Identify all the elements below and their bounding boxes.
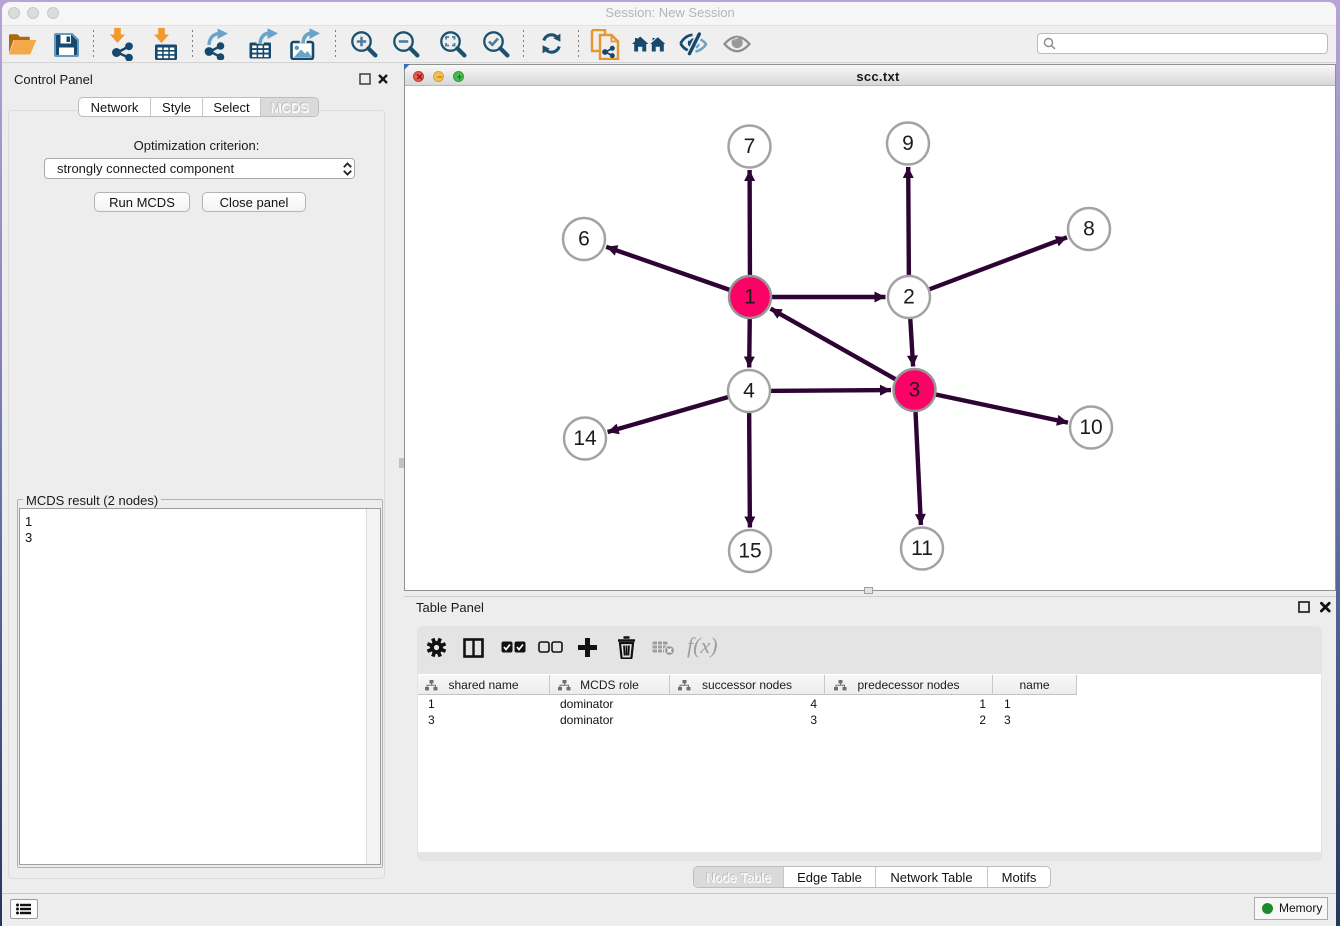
svg-text:6: 6 (578, 228, 590, 251)
svg-text:9: 9 (902, 132, 914, 155)
svg-text:2: 2 (903, 286, 915, 309)
svg-text:3: 3 (909, 379, 921, 402)
svg-text:15: 15 (738, 540, 761, 563)
svg-text:14: 14 (573, 427, 597, 450)
svg-text:7: 7 (744, 135, 756, 158)
svg-text:1: 1 (744, 286, 756, 309)
svg-text:11: 11 (911, 537, 933, 560)
svg-text:8: 8 (1083, 218, 1095, 241)
svg-text:10: 10 (1079, 416, 1102, 439)
svg-text:4: 4 (743, 380, 755, 403)
